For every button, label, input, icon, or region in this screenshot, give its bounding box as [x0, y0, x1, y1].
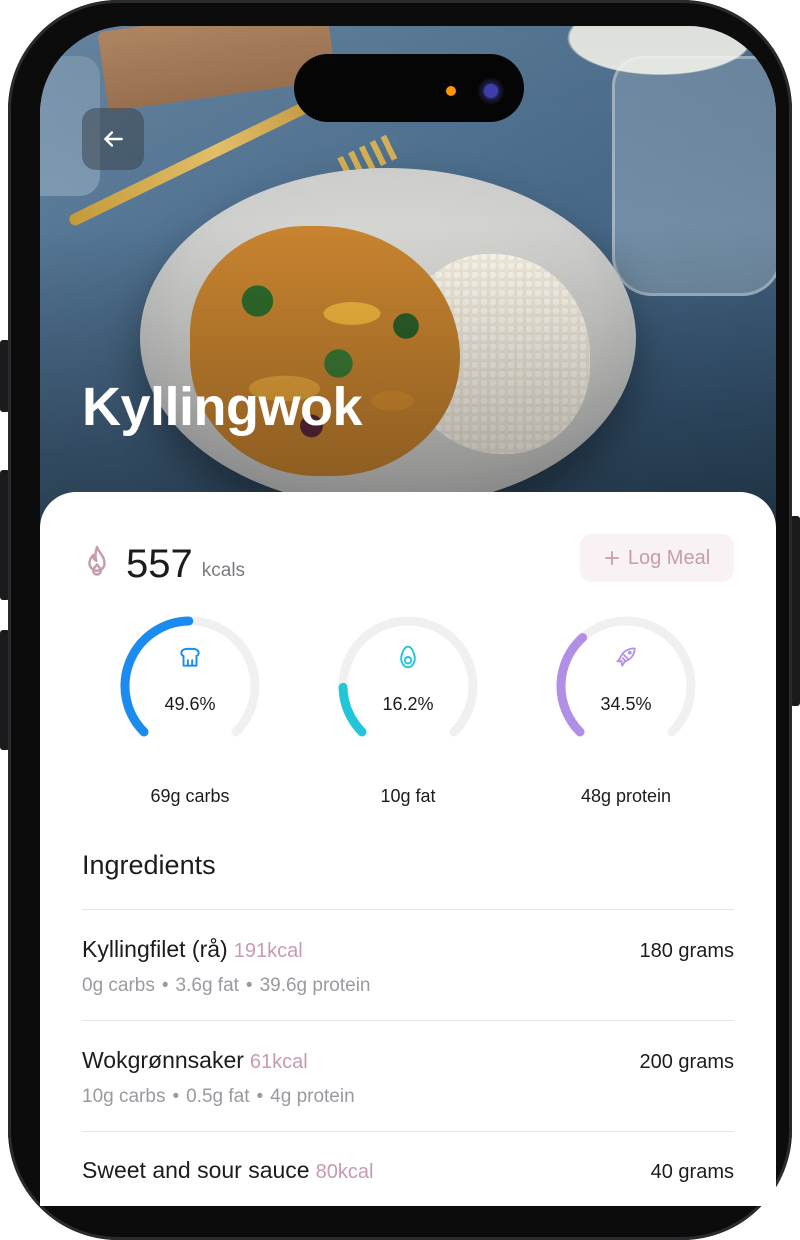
ingredient-name: Kyllingfilet (rå): [82, 936, 228, 962]
macro-ring-carbs: 49.6% 69g carbs: [110, 606, 270, 807]
ingredient-name: Wokgrønnsaker: [82, 1047, 244, 1073]
ingredient-macros: 10g carbs • 0.5g fat • 4g protein: [82, 1086, 734, 1108]
ingredient-macros: 0g carbs • 3.6g fat • 39.6g protein: [82, 975, 734, 997]
ring-progress: [556, 633, 588, 737]
app-screen: Kyllingwok 557 kcals Log Meal 49.6% 69g …: [40, 26, 776, 1206]
carbs-ring-chart: [120, 616, 260, 737]
carbs-amount: 69g carbs: [150, 786, 230, 806]
fat-amount: 10g fat: [380, 786, 436, 806]
separator-dot: •: [256, 1086, 264, 1107]
plus-icon: [604, 551, 619, 565]
arrow-left-icon: [104, 131, 123, 147]
ingredient-kcal: 80kcal: [315, 1161, 374, 1183]
carbs-percent: 49.6%: [164, 694, 216, 714]
divider: [82, 909, 734, 910]
ingredient-kcal: 61kcal: [249, 1051, 308, 1073]
nutrition-card: 557 kcals Log Meal 49.6% 69g carbs 16.2%…: [40, 492, 776, 1206]
separator-dot: •: [172, 1086, 180, 1107]
bread-icon: [180, 647, 200, 667]
ingredient-item[interactable]: Kyllingfilet (rå) 191kcal 180 grams 0g ca…: [82, 936, 734, 997]
ring-track: [338, 616, 478, 737]
ingredient-carbs: 10g carbs: [82, 1086, 166, 1107]
protein-percent: 34.5%: [600, 694, 652, 714]
divider: [82, 1131, 734, 1132]
phone-frame: Kyllingwok 557 kcals Log Meal 49.6% 69g …: [8, 0, 792, 1240]
macro-ring-protein: 34.5% 48g protein: [546, 606, 706, 807]
fat-percent: 16.2%: [382, 694, 434, 714]
ingredient-item[interactable]: Sweet and sour sauce 80kcal 40 grams: [82, 1157, 734, 1184]
camera-lens: [478, 78, 504, 104]
ingredient-item[interactable]: Wokgrønnsaker 61kcal 200 grams 10g carbs •…: [82, 1047, 734, 1108]
flame-icon: [88, 545, 106, 576]
separator-dot: •: [161, 975, 169, 996]
ingredient-fat: 0.5g fat: [186, 1086, 250, 1107]
macro-ring-fat: 16.2% 10g fat: [328, 606, 488, 807]
ingredient-protein: 39.6g protein: [259, 975, 371, 996]
privacy-indicator-dot: [446, 86, 456, 96]
ingredient-amount: 180 grams: [639, 940, 735, 962]
kcal-value: 557: [126, 542, 193, 586]
ingredient-protein: 4g protein: [270, 1086, 355, 1107]
kcal-unit: kcals: [201, 560, 246, 581]
log-meal-label: Log Meal: [627, 546, 711, 569]
ingredients-heading: Ingredients: [82, 850, 216, 880]
ingredient-amount: 40 grams: [650, 1161, 734, 1183]
protein-amount: 48g protein: [580, 786, 672, 806]
back-button[interactable]: [82, 108, 144, 170]
ingredient-carbs: 0g carbs: [82, 975, 155, 996]
avocado-icon: [400, 645, 416, 669]
ingredient-name: Sweet and sour sauce: [82, 1157, 310, 1183]
calorie-summary: 557 kcals: [82, 536, 245, 586]
fish-icon: [616, 647, 636, 667]
ingredient-kcal: 191kcal: [233, 940, 303, 962]
ring-progress: [120, 616, 194, 737]
separator-dot: •: [245, 975, 253, 996]
recipe-title: Kyllingwok: [82, 377, 363, 437]
divider: [82, 1020, 734, 1021]
log-meal-button[interactable]: Log Meal: [580, 534, 734, 582]
protein-ring-chart: [556, 616, 696, 737]
ingredient-fat: 3.6g fat: [175, 975, 239, 996]
ingredient-amount: 200 grams: [639, 1051, 735, 1073]
fat-ring-chart: [338, 616, 478, 737]
